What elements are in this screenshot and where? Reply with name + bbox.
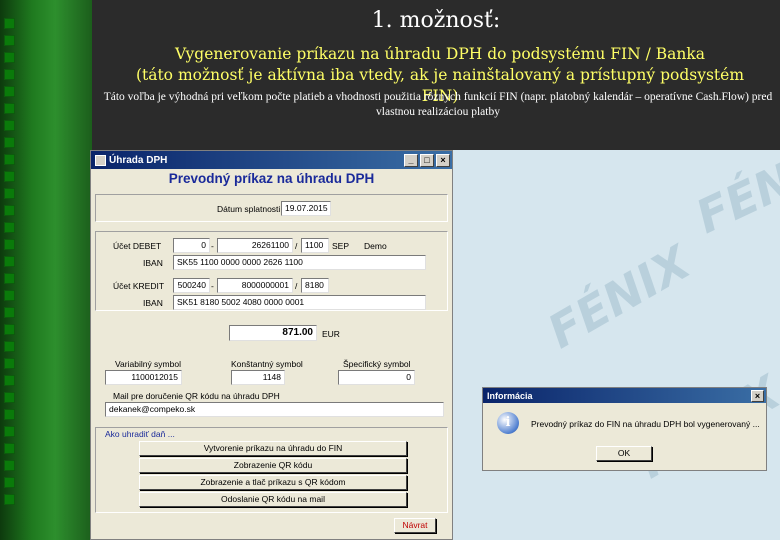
slide-title: 1. možnosť:	[371, 8, 501, 33]
debit-iban-field[interactable]: SK55 1100 0000 0000 2626 1100	[173, 255, 426, 270]
decorative-square	[4, 137, 15, 148]
decorative-square	[4, 392, 15, 403]
credit-bank-code-field[interactable]: 8180	[301, 278, 329, 293]
email-label: Mail pre doručenie QR kódu na úhradu DPH	[113, 391, 280, 401]
specific-symbol-label: Špecifický symbol	[343, 359, 411, 369]
decorative-square	[4, 222, 15, 233]
separator-dash: -	[211, 241, 214, 251]
watermark-logo: FÉNIX	[538, 235, 700, 359]
debit-prefix-field[interactable]: 0	[173, 238, 210, 253]
decorative-square	[4, 324, 15, 335]
specific-symbol-field[interactable]: 0	[338, 370, 415, 385]
separator-dash: -	[211, 281, 214, 291]
credit-account-field[interactable]: 8000000001	[217, 278, 293, 293]
currency-label: EUR	[322, 329, 340, 339]
close-button[interactable]: ×	[436, 153, 450, 167]
separator-slash: /	[295, 241, 298, 251]
decorative-square	[4, 375, 15, 386]
decorative-square	[4, 494, 15, 505]
information-dialog: Informácia × i Prevodný príkaz do FIN na…	[482, 387, 767, 471]
decorative-square	[4, 86, 15, 97]
credit-prefix-field[interactable]: 500240	[173, 278, 210, 293]
maximize-button[interactable]: □	[420, 153, 434, 167]
decorative-square	[4, 171, 15, 182]
decorative-square	[4, 52, 15, 63]
info-title: Informácia	[487, 390, 533, 401]
due-date-label: Dátum splatnosti	[217, 204, 281, 214]
credit-iban-label: IBAN	[143, 298, 163, 308]
decorative-square	[4, 205, 15, 216]
left-square-pattern	[4, 18, 24, 538]
show-print-qr-button[interactable]: Zobrazenie a tlač príkazu s QR kódom	[139, 475, 407, 490]
dialog-title: Úhrada DPH	[109, 154, 168, 166]
due-date-field[interactable]: 19.07.2015	[281, 201, 331, 216]
decorative-square	[4, 256, 15, 267]
app-icon	[95, 154, 106, 166]
decorative-square	[4, 341, 15, 352]
debit-bank-code-field[interactable]: 1100	[301, 238, 329, 253]
credit-iban-field[interactable]: SK51 8180 5002 4080 0000 0001	[173, 295, 426, 310]
decorative-square	[4, 239, 15, 250]
decorative-square	[4, 154, 15, 165]
decorative-square	[4, 358, 15, 369]
send-qr-mail-button[interactable]: Odoslanie QR kódu na mail	[139, 492, 407, 507]
decorative-square	[4, 120, 15, 131]
background-watermark-panel: FÉNIX FÉNIX FÉNIX	[452, 150, 780, 540]
decorative-square	[4, 443, 15, 454]
debit-iban-label: IBAN	[143, 258, 163, 268]
decorative-square	[4, 103, 15, 114]
decorative-square	[4, 426, 15, 437]
minimize-button[interactable]: _	[404, 153, 418, 167]
watermark-logo: FÉNIX	[687, 150, 780, 244]
credit-account-label: Účet KREDIT	[113, 281, 165, 291]
info-message: Prevodný príkaz do FIN na úhradu DPH bol…	[531, 419, 760, 429]
email-field[interactable]: dekanek@compeko.sk	[105, 402, 444, 417]
how-to-pay-label: Ako uhradiť daň ...	[105, 429, 175, 439]
decorative-square	[4, 69, 15, 80]
debit-bank-name: SEP	[332, 241, 350, 251]
decorative-square	[4, 460, 15, 471]
slide-description: Táto voľba je výhodná pri veľkom počte p…	[103, 91, 773, 118]
debit-account-label: Účet DEBET	[113, 241, 162, 251]
uhrada-dph-dialog: Úhrada DPH _ □ × Prevodný príkaz na úhra…	[90, 150, 453, 540]
separator-slash: /	[295, 281, 298, 291]
amount-field[interactable]: 871.00	[229, 325, 317, 341]
decorative-square	[4, 18, 15, 29]
subtitle-line-1: Vygenerovanie príkazu na úhradu DPH do p…	[174, 45, 706, 63]
info-icon: i	[497, 412, 519, 434]
show-qr-button[interactable]: Zobrazenie QR kódu	[139, 458, 407, 473]
decorative-square	[4, 307, 15, 318]
create-order-button[interactable]: Vytvorenie príkazu na úhradu do FIN	[139, 441, 407, 456]
decorative-square	[4, 290, 15, 301]
variable-symbol-field[interactable]: 1100012015	[105, 370, 182, 385]
debit-note: Demo	[364, 241, 387, 251]
back-button[interactable]: Návrat	[394, 518, 436, 533]
info-titlebar[interactable]: Informácia ×	[483, 388, 766, 403]
decorative-square	[4, 273, 15, 284]
decorative-square	[4, 409, 15, 420]
info-close-button[interactable]: ×	[751, 389, 764, 402]
dialog-heading: Prevodný príkaz na úhradu DPH	[168, 171, 375, 186]
decorative-square	[4, 188, 15, 199]
ok-button[interactable]: OK	[596, 446, 652, 461]
variable-symbol-label: Variabilný symbol	[115, 359, 181, 369]
constant-symbol-label: Konštantný symbol	[231, 359, 303, 369]
debit-account-field[interactable]: 26261100	[217, 238, 293, 253]
constant-symbol-field[interactable]: 1148	[231, 370, 285, 385]
decorative-square	[4, 35, 15, 46]
dialog-titlebar[interactable]: Úhrada DPH _ □ ×	[91, 151, 452, 169]
decorative-square	[4, 477, 15, 488]
